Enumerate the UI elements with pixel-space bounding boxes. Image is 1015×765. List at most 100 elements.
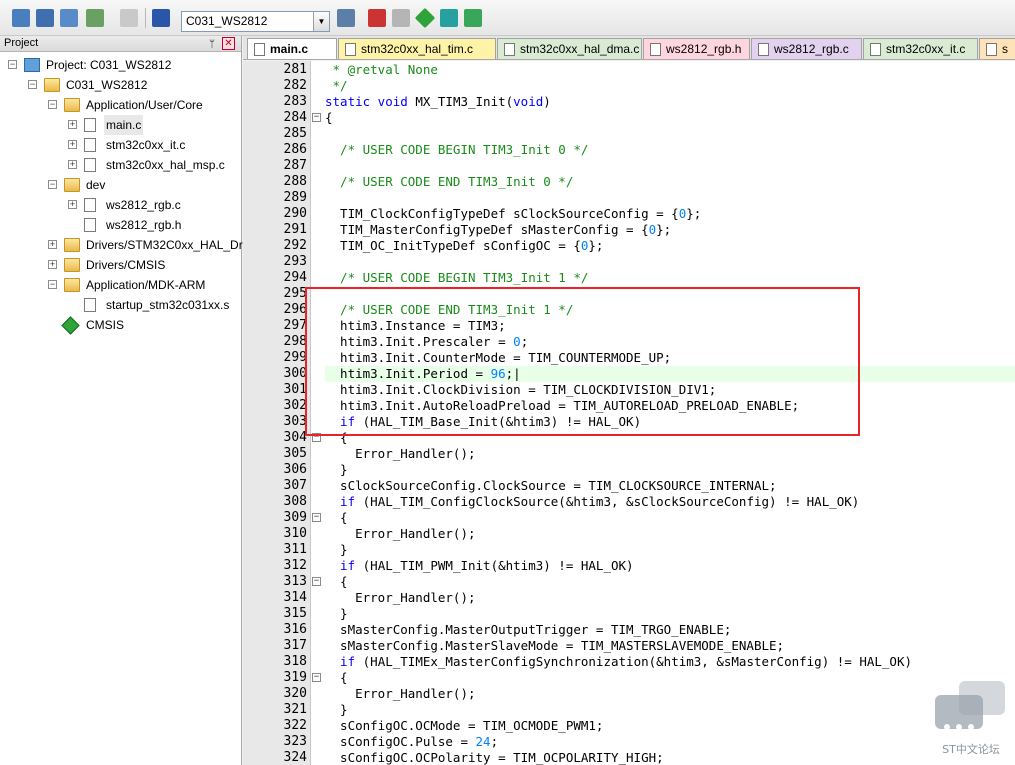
code-text[interactable]: { xyxy=(325,510,1015,526)
tree-item[interactable]: + stm32c0xx_it.c xyxy=(0,135,241,155)
close-icon[interactable]: ✕ xyxy=(222,37,235,50)
code-text[interactable]: */ xyxy=(325,78,1015,94)
code-line[interactable]: 311 } xyxy=(243,542,1015,558)
code-text[interactable] xyxy=(325,126,1015,142)
code-text[interactable]: sMasterConfig.MasterOutputTrigger = TIM_… xyxy=(325,622,1015,638)
fold-icon[interactable]: − xyxy=(312,577,321,586)
code-text[interactable]: } xyxy=(325,542,1015,558)
collapse-icon[interactable]: − xyxy=(48,180,57,189)
expand-icon[interactable]: + xyxy=(68,140,77,149)
editor-tab[interactable]: stm32c0xx_it.c xyxy=(863,38,978,59)
code-line[interactable]: 313− { xyxy=(243,574,1015,590)
code-line[interactable]: 290 TIM_ClockConfigTypeDef sClockSourceC… xyxy=(243,206,1015,222)
code-text[interactable] xyxy=(325,286,1015,302)
code-line[interactable]: 281 * @retval None xyxy=(243,62,1015,78)
code-line[interactable]: 289 xyxy=(243,190,1015,206)
tree-item[interactable]: − Project: C031_WS2812 xyxy=(0,55,241,75)
code-text[interactable]: Error_Handler(); xyxy=(325,686,1015,702)
fold-icon[interactable]: − xyxy=(312,113,321,122)
tree-item[interactable]: CMSIS xyxy=(0,315,241,335)
collapse-icon[interactable]: − xyxy=(48,100,57,109)
code-line[interactable]: 322 sConfigOC.OCMode = TIM_OCMODE_PWM1; xyxy=(243,718,1015,734)
load-icon[interactable] xyxy=(152,9,170,27)
code-line[interactable]: 317 sMasterConfig.MasterSlaveMode = TIM_… xyxy=(243,638,1015,654)
code-text[interactable]: } xyxy=(325,702,1015,718)
fold-icon[interactable]: − xyxy=(312,513,321,522)
code-line[interactable]: 304− { xyxy=(243,430,1015,446)
code-text[interactable]: sClockSourceConfig.ClockSource = TIM_CLO… xyxy=(325,478,1015,494)
code-line[interactable]: 321 } xyxy=(243,702,1015,718)
code-line[interactable]: 300 htim3.Init.Period = 96;| xyxy=(243,366,1015,382)
tree-item[interactable]: + Drivers/STM32C0xx_HAL_Driver xyxy=(0,235,262,255)
editor-tab[interactable]: s xyxy=(979,38,1015,59)
tree-item[interactable]: + main.c xyxy=(0,115,241,135)
options-for-target-icon[interactable] xyxy=(337,9,355,27)
code-text[interactable]: /* USER CODE END TIM3_Init 0 */ xyxy=(325,174,1015,190)
code-line[interactable]: 310 Error_Handler(); xyxy=(243,526,1015,542)
code-text[interactable]: sConfigOC.OCMode = TIM_OCMODE_PWM1; xyxy=(325,718,1015,734)
expand-icon[interactable]: + xyxy=(68,200,77,209)
code-line[interactable]: 319− { xyxy=(243,670,1015,686)
expand-icon[interactable]: + xyxy=(48,260,57,269)
code-text[interactable]: htim3.Init.ClockDivision = TIM_CLOCKDIVI… xyxy=(325,382,1015,398)
code-text[interactable]: if (HAL_TIM_Base_Init(&htim3) != HAL_OK) xyxy=(325,414,1015,430)
code-text[interactable]: sConfigOC.OCPolarity = TIM_OCPOLARITY_HI… xyxy=(325,750,1015,765)
code-line[interactable]: 294 /* USER CODE BEGIN TIM3_Init 1 */ xyxy=(243,270,1015,286)
code-line[interactable]: 299 htim3.Init.CounterMode = TIM_COUNTER… xyxy=(243,350,1015,366)
expand-icon[interactable]: + xyxy=(68,160,77,169)
code-text[interactable] xyxy=(325,254,1015,270)
code-line[interactable]: 288 /* USER CODE END TIM3_Init 0 */ xyxy=(243,174,1015,190)
code-text[interactable]: Error_Handler(); xyxy=(325,446,1015,462)
code-line[interactable]: 292 TIM_OC_InitTypeDef sConfigOC = {0}; xyxy=(243,238,1015,254)
code-line[interactable]: 302 htim3.Init.AutoReloadPreload = TIM_A… xyxy=(243,398,1015,414)
tree-item[interactable]: − Application/MDK-ARM xyxy=(0,275,241,295)
collapse-icon[interactable]: − xyxy=(8,60,17,69)
code-text[interactable]: htim3.Instance = TIM3; xyxy=(325,318,1015,334)
tree-item[interactable]: + stm32c0xx_hal_msp.c xyxy=(0,155,241,175)
code-text[interactable]: TIM_OC_InitTypeDef sConfigOC = {0}; xyxy=(325,238,1015,254)
manage-rte-icon[interactable] xyxy=(464,9,482,27)
code-text[interactable]: htim3.Init.Prescaler = 0; xyxy=(325,334,1015,350)
build-icon[interactable] xyxy=(36,9,54,27)
code-text[interactable]: Error_Handler(); xyxy=(325,590,1015,606)
editor-tab[interactable]: stm32c0xx_hal_dma.c xyxy=(497,38,642,59)
tree-item[interactable]: ws2812_rgb.h xyxy=(0,215,241,235)
code-text[interactable]: TIM_MasterConfigTypeDef sMasterConfig = … xyxy=(325,222,1015,238)
code-line[interactable]: 316 sMasterConfig.MasterOutputTrigger = … xyxy=(243,622,1015,638)
code-line[interactable]: 301 htim3.Init.ClockDivision = TIM_CLOCK… xyxy=(243,382,1015,398)
code-text[interactable]: /* USER CODE END TIM3_Init 1 */ xyxy=(325,302,1015,318)
code-line[interactable]: 287 xyxy=(243,158,1015,174)
target-select[interactable]: C031_WS2812 ▼ xyxy=(181,11,330,32)
translate-icon[interactable] xyxy=(12,9,30,27)
rebuild-icon[interactable] xyxy=(60,9,78,27)
editor-tab[interactable]: ws2812_rgb.c xyxy=(751,38,862,59)
code-text[interactable]: /* USER CODE BEGIN TIM3_Init 1 */ xyxy=(325,270,1015,286)
code-line[interactable]: 315 } xyxy=(243,606,1015,622)
code-text[interactable] xyxy=(325,158,1015,174)
code-text[interactable]: { xyxy=(325,110,1015,126)
code-text[interactable]: sConfigOC.Pulse = 24; xyxy=(325,734,1015,750)
code-line[interactable]: 291 TIM_MasterConfigTypeDef sMasterConfi… xyxy=(243,222,1015,238)
code-text[interactable]: { xyxy=(325,574,1015,590)
code-line[interactable]: 303 if (HAL_TIM_Base_Init(&htim3) != HAL… xyxy=(243,414,1015,430)
editor-tab[interactable]: stm32c0xx_hal_tim.c xyxy=(338,38,496,59)
pack-installer-icon[interactable] xyxy=(414,7,436,29)
code-line[interactable]: 295 xyxy=(243,286,1015,302)
code-text[interactable]: if (HAL_TIM_PWM_Init(&htim3) != HAL_OK) xyxy=(325,558,1015,574)
code-line[interactable]: 293 xyxy=(243,254,1015,270)
code-line[interactable]: 283 static void MX_TIM3_Init(void) xyxy=(243,94,1015,110)
expand-icon[interactable]: + xyxy=(48,240,57,249)
tree-item[interactable]: − Application/User/Core xyxy=(0,95,241,115)
code-line[interactable]: 312 if (HAL_TIM_PWM_Init(&htim3) != HAL_… xyxy=(243,558,1015,574)
code-line[interactable]: 320 Error_Handler(); xyxy=(243,686,1015,702)
code-text[interactable]: htim3.Init.AutoReloadPreload = TIM_AUTOR… xyxy=(325,398,1015,414)
fold-icon[interactable]: − xyxy=(312,673,321,682)
collapse-icon[interactable]: − xyxy=(48,280,57,289)
code-text[interactable] xyxy=(325,190,1015,206)
code-text[interactable]: { xyxy=(325,670,1015,686)
code-line[interactable]: 314 Error_Handler(); xyxy=(243,590,1015,606)
code-line[interactable]: 284−{ xyxy=(243,110,1015,126)
select-packs-icon[interactable] xyxy=(440,9,458,27)
fold-icon[interactable]: − xyxy=(312,433,321,442)
code-line[interactable]: 298 htim3.Init.Prescaler = 0; xyxy=(243,334,1015,350)
